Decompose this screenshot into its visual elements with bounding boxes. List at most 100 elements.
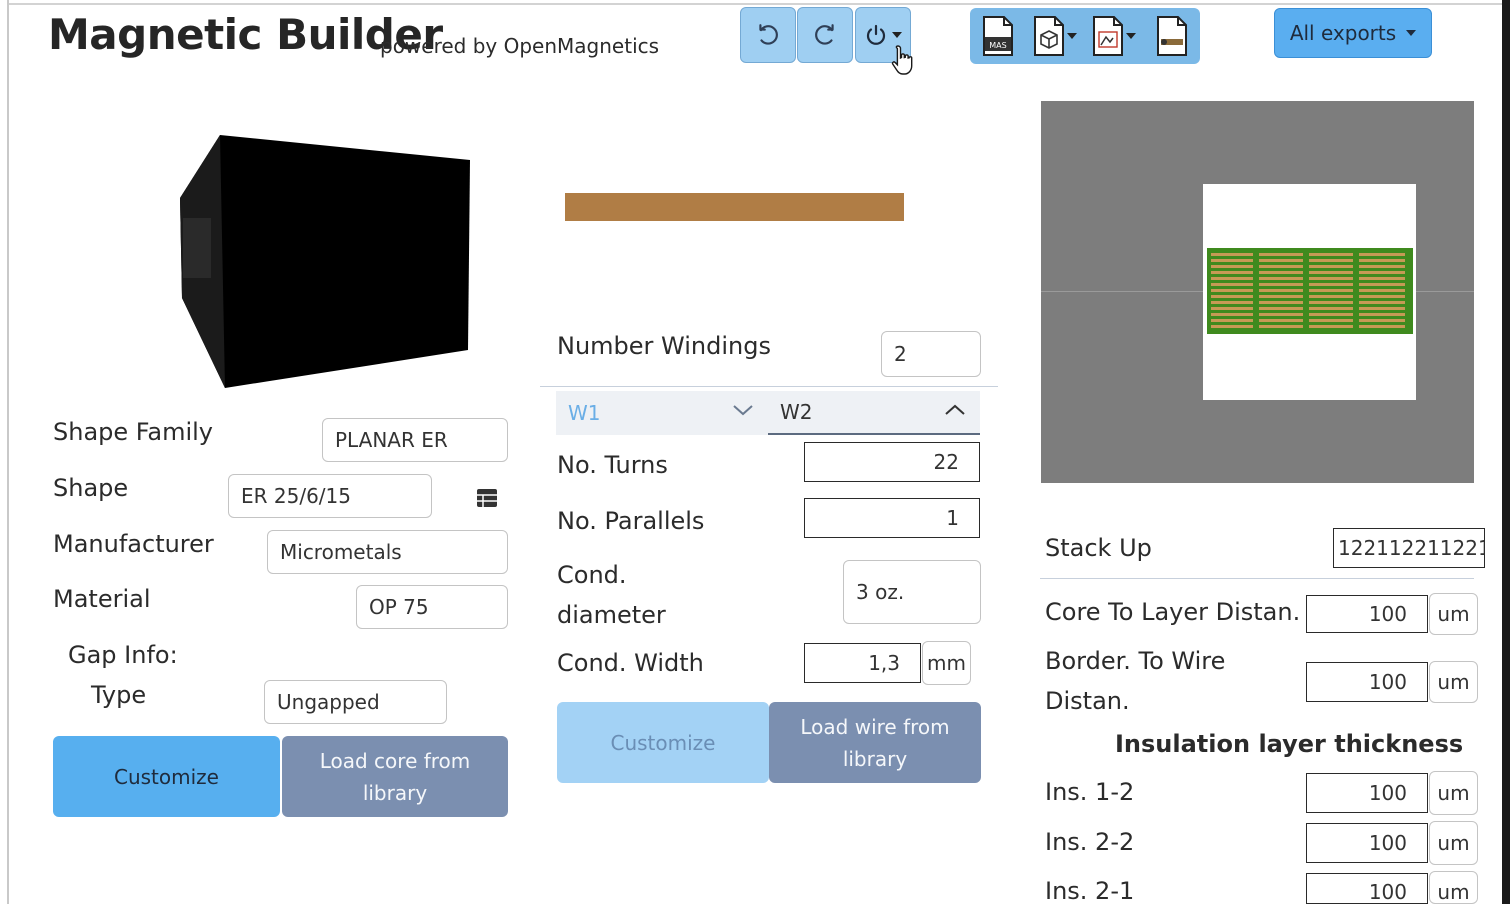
- pcb-trace: [1211, 277, 1253, 280]
- border-to-wire-input[interactable]: 100: [1306, 662, 1428, 702]
- pcb-trace: [1259, 283, 1303, 286]
- pcb-trace: [1309, 301, 1353, 304]
- chevron-up-icon: [945, 404, 965, 415]
- pcb-trace: [1309, 265, 1353, 268]
- window-border-top: [9, 0, 1510, 5]
- pcb-trace: [1309, 253, 1353, 256]
- pcb-trace: [1211, 319, 1253, 322]
- pcb-trace: [1259, 271, 1303, 274]
- customize-wire-button[interactable]: Customize: [557, 702, 769, 783]
- winding-layers-view: [1207, 248, 1413, 334]
- ins-row-unit[interactable]: um: [1429, 821, 1478, 865]
- pcb-trace: [1359, 259, 1405, 262]
- pcb-trace: [1259, 289, 1303, 292]
- tab-w1-label: W1: [568, 401, 601, 425]
- core-3d-view[interactable]: [170, 130, 480, 392]
- pcb-trace: [1211, 259, 1253, 262]
- turns-input[interactable]: 22: [804, 442, 980, 482]
- tab-w2-label: W2: [780, 400, 813, 424]
- core-to-layer-label: Core To Layer Distan.: [1045, 598, 1301, 626]
- cond-diameter-select[interactable]: 3 oz.: [843, 560, 981, 624]
- export-document-button[interactable]: [1144, 8, 1200, 64]
- pcb-trace: [1359, 307, 1405, 310]
- pcb-trace: [1211, 265, 1253, 268]
- ins-row-input[interactable]: 100: [1306, 773, 1428, 813]
- tab-w1[interactable]: W1: [556, 391, 768, 435]
- app-subtitle: powered by OpenMagnetics: [380, 34, 660, 58]
- cond-diameter-label-line2: diameter: [557, 601, 666, 629]
- shape-family-select[interactable]: PLANAR ER: [322, 418, 508, 462]
- pcb-trace: [1359, 265, 1405, 268]
- pcb-trace: [1309, 295, 1353, 298]
- cond-width-unit[interactable]: mm: [922, 641, 971, 685]
- all-exports-label: All exports: [1289, 21, 1397, 45]
- parallels-label: No. Parallels: [557, 507, 705, 535]
- customize-core-button[interactable]: Customize: [53, 736, 280, 817]
- load-wire-button[interactable]: Load wire from library: [769, 702, 981, 783]
- pcb-trace: [1309, 307, 1353, 310]
- parallels-input[interactable]: 1: [804, 498, 980, 538]
- drawing-file-icon: [1093, 16, 1123, 56]
- pcb-trace: [1309, 259, 1353, 262]
- power-icon: [866, 24, 886, 45]
- pcb-trace: [1259, 307, 1303, 310]
- pcb-trace: [1259, 301, 1303, 304]
- pcb-trace: [1259, 259, 1303, 262]
- pcb-trace: [1309, 313, 1353, 316]
- number-windings-input[interactable]: 2: [881, 331, 981, 377]
- pcb-trace: [1309, 325, 1353, 328]
- chevron-down-icon: [733, 405, 753, 416]
- pcb-trace: [1359, 289, 1405, 292]
- document-file-icon: [1157, 16, 1187, 56]
- manufacturer-select[interactable]: Micrometals: [267, 530, 508, 574]
- turns-label: No. Turns: [557, 451, 668, 479]
- core-to-layer-unit[interactable]: um: [1429, 593, 1478, 635]
- tab-w2[interactable]: W2: [768, 391, 980, 435]
- material-select[interactable]: OP 75: [356, 585, 508, 629]
- pcb-trace: [1359, 271, 1405, 274]
- window-border-right: [1502, 0, 1510, 904]
- pcb-trace: [1359, 319, 1405, 322]
- cond-width-label: Cond. Width: [557, 649, 704, 677]
- pcb-trace: [1259, 313, 1303, 316]
- shape-label: Shape: [53, 474, 129, 502]
- pcb-trace: [1359, 277, 1405, 280]
- gap-type-select[interactable]: Ungapped: [264, 680, 447, 724]
- ins-row-unit[interactable]: um: [1429, 771, 1478, 815]
- export-3d-button[interactable]: [1026, 8, 1084, 64]
- border-to-wire-unit[interactable]: um: [1429, 661, 1478, 703]
- hand-cursor-icon: [891, 45, 913, 75]
- ins-row-unit[interactable]: um: [1429, 871, 1478, 904]
- export-drawing-button[interactable]: [1084, 8, 1144, 64]
- pcb-trace: [1359, 253, 1405, 256]
- pcb-trace: [1359, 295, 1405, 298]
- ins-row-input[interactable]: 100: [1306, 873, 1428, 904]
- border-to-wire-label-line1: Border. To Wire: [1045, 647, 1226, 675]
- pcb-trace: [1259, 295, 1303, 298]
- number-windings-label: Number Windings: [557, 332, 771, 360]
- pcb-trace: [1359, 325, 1405, 328]
- gap-info-label: Gap Info:: [68, 641, 178, 669]
- material-label: Material: [53, 585, 151, 613]
- table-icon[interactable]: [476, 488, 498, 508]
- pcb-trace: [1309, 283, 1353, 286]
- insulation-title: Insulation layer thickness: [1115, 730, 1464, 758]
- shape-select[interactable]: ER 25/6/15: [228, 474, 432, 518]
- pcb-trace: [1259, 277, 1303, 280]
- cond-width-input[interactable]: 1,3: [804, 643, 921, 683]
- pcb-trace: [1211, 289, 1253, 292]
- undo-button[interactable]: [740, 7, 796, 63]
- redo-button[interactable]: [797, 7, 853, 63]
- gap-type-label: Type: [91, 681, 147, 709]
- pcb-trace: [1309, 319, 1353, 322]
- all-exports-dropdown[interactable]: All exports: [1274, 8, 1432, 58]
- winding-divider: [540, 386, 998, 387]
- export-mas-button[interactable]: MAS: [970, 8, 1026, 64]
- pcb-trace: [1359, 283, 1405, 286]
- pcb-trace: [1211, 271, 1253, 274]
- chevron-down-icon: [1126, 33, 1136, 39]
- stack-up-input[interactable]: 1221122112212: [1333, 528, 1485, 568]
- load-core-button[interactable]: Load core from library: [282, 736, 508, 817]
- ins-row-input[interactable]: 100: [1306, 823, 1428, 863]
- core-to-layer-input[interactable]: 100: [1306, 595, 1428, 633]
